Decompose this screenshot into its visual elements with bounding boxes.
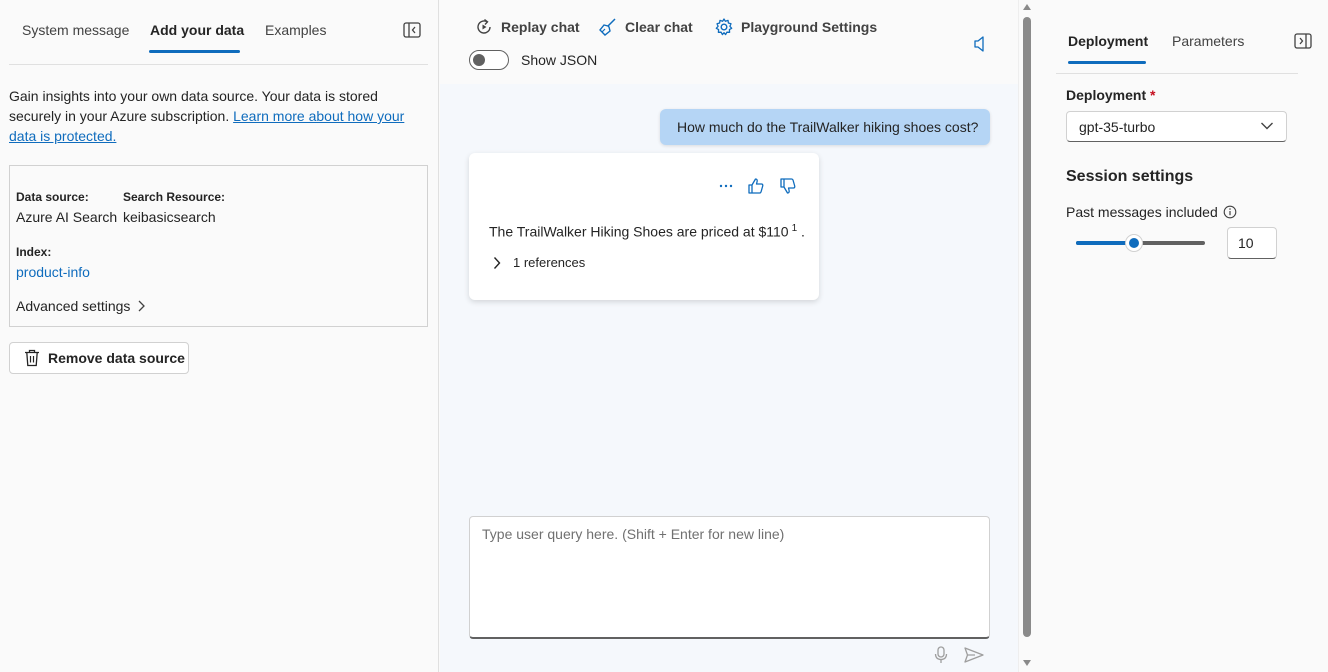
user-message: How much do the TrailWalker hiking shoes… [660, 109, 990, 145]
chevron-right-icon [493, 256, 501, 269]
remove-button-label: Remove data source [48, 350, 185, 366]
search-resource-value: keibasicsearch [123, 209, 216, 225]
user-message-text: How much do the TrailWalker hiking shoes… [677, 119, 979, 135]
past-messages-label: Past messages included [1066, 204, 1218, 220]
past-messages-field-label: Past messages included [1066, 204, 1237, 220]
remove-data-source-button[interactable]: Remove data source [9, 342, 189, 374]
trash-icon [25, 349, 39, 367]
search-resource-label: Search Resource: [123, 190, 226, 204]
more-options-icon[interactable] [719, 184, 733, 188]
show-json-label: Show JSON [521, 52, 598, 68]
tab-deployment[interactable]: Deployment [1068, 33, 1148, 49]
scroll-down-arrow[interactable] [1023, 660, 1031, 666]
intro-text: Gain insights into your own data source.… [9, 86, 419, 146]
data-source-label: Data source: [16, 190, 89, 204]
chat-scrollbar[interactable] [1018, 0, 1034, 672]
chat-area: Replay chat Clear chat Playground Settin… [440, 0, 1018, 672]
collapse-panel-icon[interactable] [403, 22, 421, 38]
configuration-panel: Deployment Parameters Deployment * gpt-3… [1034, 0, 1328, 672]
chevron-right-icon [138, 300, 146, 312]
chevron-down-icon [1261, 122, 1273, 130]
replay-icon [477, 18, 491, 34]
reply-body: The TrailWalker Hiking Shoes are priced … [489, 223, 789, 240]
advanced-settings-label: Advanced settings [16, 298, 131, 314]
past-messages-input[interactable] [1227, 227, 1277, 259]
speaker-icon[interactable] [972, 35, 988, 53]
deployment-field-label: Deployment * [1066, 87, 1155, 103]
active-tab-indicator [149, 50, 240, 53]
required-mark: * [1150, 87, 1156, 103]
index-label: Index: [16, 245, 52, 259]
session-settings-title: Session settings [1066, 168, 1194, 185]
slider-thumb[interactable] [1125, 234, 1144, 252]
replay-chat-label: Replay chat [501, 19, 580, 35]
clear-chat-button[interactable]: Clear chat [598, 17, 693, 37]
active-tab-indicator [1068, 61, 1146, 64]
send-icon[interactable] [964, 647, 984, 663]
tab-add-your-data[interactable]: Add your data [150, 22, 244, 38]
scrollbar-thumb[interactable] [1023, 17, 1031, 637]
chat-toolbar: Replay chat Clear chat Playground Settin… [440, 0, 1018, 84]
thumbs-up-icon[interactable] [747, 177, 765, 195]
assistant-message-text: The TrailWalker Hiking Shoes are priced … [489, 223, 805, 240]
replay-chat-button[interactable]: Replay chat [474, 17, 580, 37]
microphone-icon[interactable] [934, 646, 948, 664]
right-tab-bar: Deployment Parameters [1056, 0, 1312, 74]
deployment-select-value: gpt-35-turbo [1079, 118, 1156, 135]
past-messages-slider[interactable] [1076, 234, 1205, 252]
tab-parameters[interactable]: Parameters [1172, 33, 1244, 49]
info-icon[interactable] [1223, 205, 1237, 219]
citation-marker[interactable]: 1 [792, 223, 798, 234]
chat-composer [469, 516, 990, 639]
deployment-label-text: Deployment [1066, 87, 1147, 103]
toggle-knob [473, 54, 485, 66]
playground-settings-button[interactable]: Playground Settings [714, 17, 877, 37]
playground-settings-label: Playground Settings [741, 19, 878, 35]
clear-chat-label: Clear chat [625, 19, 693, 35]
show-json-toggle[interactable] [469, 50, 509, 70]
advanced-settings-toggle[interactable]: Advanced settings [16, 298, 146, 314]
reply-period: . [801, 223, 805, 240]
index-link[interactable]: product-info [16, 264, 90, 280]
message-actions [719, 177, 797, 195]
user-query-input[interactable] [470, 517, 989, 637]
scroll-up-arrow[interactable] [1023, 4, 1031, 10]
references-expander[interactable]: 1 references [493, 255, 585, 270]
gear-icon [715, 18, 733, 36]
references-label: 1 references [513, 255, 586, 270]
tab-system-message[interactable]: System message [22, 22, 129, 38]
data-source-value: Azure AI Search [16, 209, 118, 225]
thumbs-down-icon[interactable] [779, 177, 797, 195]
data-source-card: Data source: Azure AI Search Search Reso… [9, 165, 428, 327]
assistant-message: The TrailWalker Hiking Shoes are priced … [469, 153, 819, 300]
tab-examples[interactable]: Examples [265, 22, 326, 38]
broom-icon [599, 18, 616, 36]
deployment-select[interactable]: gpt-35-turbo [1066, 111, 1287, 142]
collapse-panel-icon[interactable] [1294, 33, 1312, 49]
add-data-panel: System message Add your data Examples Ga… [0, 0, 439, 672]
left-tab-bar: System message Add your data Examples [9, 0, 428, 65]
